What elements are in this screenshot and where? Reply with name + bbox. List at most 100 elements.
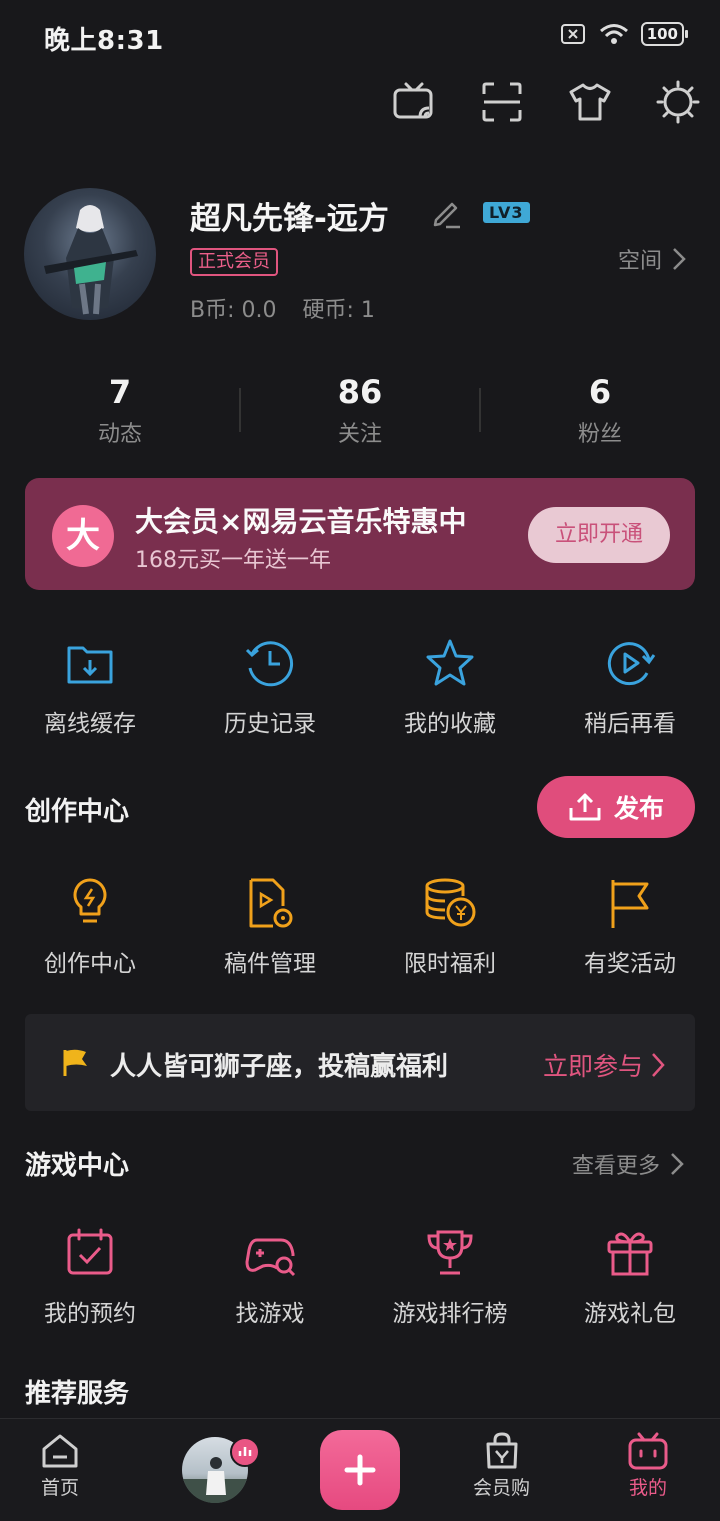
reward-activity-item[interactable]: 有奖活动 (540, 876, 720, 978)
manuscript-icon (249, 878, 293, 928)
nav-vip-shop[interactable]: 会员购 (473, 1431, 530, 1500)
find-game-item[interactable]: 找游戏 (180, 1226, 360, 1328)
recommended-services-title: 推荐服务 (25, 1379, 130, 1409)
sim-off-icon (560, 24, 585, 44)
chevron-right-icon (652, 1053, 665, 1077)
create-plus-button[interactable] (320, 1430, 400, 1510)
publish-button[interactable]: 发布 (537, 776, 695, 838)
stat-divider (479, 388, 481, 432)
join-now-label: 立即参与 (542, 1052, 643, 1081)
stat-label: 动态 (97, 422, 142, 447)
nav-mine[interactable]: 我的 (627, 1431, 669, 1500)
game-center-title: 游戏中心 (25, 1151, 130, 1181)
creator-grid: 创作中心 稿件管理 限时福利 有奖活动 (0, 876, 720, 978)
download-folder-icon (67, 646, 113, 684)
chevron-right-icon (673, 248, 686, 270)
star-icon (426, 639, 474, 686)
grid-label: 稍后再看 (584, 711, 676, 737)
plus-icon (344, 1454, 376, 1486)
avatar-image (44, 205, 138, 315)
offline-cache-item[interactable]: 离线缓存 (0, 636, 180, 738)
brightness-icon[interactable] (656, 80, 700, 124)
grid-label: 稿件管理 (224, 951, 316, 977)
grid-label: 限时福利 (404, 951, 496, 977)
vip-status-tag: 正式会员 (190, 248, 278, 276)
scan-icon[interactable] (480, 80, 524, 124)
home-icon (42, 1434, 78, 1468)
bilibili-tv-icon (628, 1432, 668, 1470)
open-vip-button[interactable]: 立即开通 (528, 507, 670, 563)
view-more-link[interactable]: 查看更多 (572, 1148, 684, 1180)
grid-label: 游戏排行榜 (392, 1301, 508, 1327)
grid-label: 我的收藏 (404, 711, 496, 737)
upload-icon (569, 793, 601, 821)
grid-label: 有奖活动 (584, 951, 676, 977)
status-time: 晚上8:31 (44, 26, 164, 56)
publish-label: 发布 (613, 794, 664, 823)
status-icons: 100 (560, 22, 689, 46)
nav-label: 我的 (628, 1477, 667, 1499)
my-reservation-item[interactable]: 我的预约 (0, 1226, 180, 1328)
nav-label: 首页 (40, 1477, 79, 1499)
grid-label: 游戏礼包 (584, 1301, 676, 1327)
b-coin-balance: B币: 0.0 (190, 298, 277, 323)
vip-logo-icon: 大 (52, 505, 114, 567)
stat-value: 7 (108, 373, 132, 411)
stat-value: 86 (337, 373, 383, 411)
gamepad-search-icon (245, 1238, 296, 1277)
manuscript-item[interactable]: 稿件管理 (180, 876, 360, 978)
shopping-bag-icon (486, 1432, 517, 1469)
stat-dynamics[interactable]: 7 动态 (0, 372, 240, 448)
edit-icon[interactable] (430, 196, 464, 230)
battery-indicator: 100 (640, 22, 689, 46)
flag-icon (611, 880, 649, 928)
wifi-icon (599, 24, 628, 44)
coins-icon (425, 878, 476, 927)
game-gift-item[interactable]: 游戏礼包 (540, 1226, 720, 1328)
coin-balances: B币: 0.0 硬币: 1 (190, 292, 375, 324)
bottom-nav: 首页 会员购 我的 (0, 1418, 720, 1521)
lightbulb-icon (73, 878, 107, 923)
nav-home[interactable]: 首页 (40, 1431, 80, 1500)
grid-label: 找游戏 (235, 1301, 305, 1327)
watch-later-icon (607, 642, 656, 686)
promo-text: 人人皆可狮子座，投稿赢福利 (110, 1052, 449, 1082)
history-clock-icon (245, 641, 294, 687)
history-item[interactable]: 历史记录 (180, 636, 360, 738)
stat-value: 6 (588, 373, 612, 411)
creator-center-title: 创作中心 (25, 797, 130, 827)
favorites-item[interactable]: 我的收藏 (360, 636, 540, 738)
view-more-label: 查看更多 (571, 1154, 660, 1179)
stat-divider (239, 388, 241, 432)
space-label: 空间 (617, 249, 662, 274)
level-badge: LV3 (483, 202, 530, 223)
join-now-link[interactable]: 立即参与 (543, 1047, 665, 1083)
stat-following[interactable]: 86 关注 (240, 372, 480, 448)
space-link[interactable]: 空间 (618, 243, 686, 275)
calendar-check-icon (67, 1228, 113, 1275)
creator-center-item[interactable]: 创作中心 (0, 876, 180, 978)
grid-label: 历史记录 (224, 711, 316, 737)
stat-label: 关注 (337, 422, 382, 447)
grid-label: 创作中心 (44, 951, 136, 977)
avatar[interactable] (24, 188, 156, 320)
grid-label: 离线缓存 (44, 711, 136, 737)
gift-icon (607, 1232, 653, 1276)
flag-icon (63, 1049, 87, 1076)
stat-fans[interactable]: 6 粉丝 (480, 372, 720, 448)
limited-benefit-item[interactable]: 限时福利 (360, 876, 540, 978)
trophy-icon (427, 1230, 473, 1275)
game-grid: 我的预约 找游戏 游戏排行榜 游戏礼包 (0, 1226, 720, 1328)
tshirt-icon[interactable] (568, 80, 612, 124)
hard-coin-balance: 硬币: 1 (302, 298, 375, 323)
game-ranking-item[interactable]: 游戏排行榜 (360, 1226, 540, 1328)
watch-later-item[interactable]: 稍后再看 (540, 636, 720, 738)
grid-label: 我的预约 (44, 1301, 136, 1327)
top-toolbar (392, 80, 700, 124)
tv-cast-icon[interactable] (392, 80, 436, 124)
chevron-right-icon (671, 1153, 684, 1175)
vip-banner-subtitle: 168元买一年送一年 (135, 548, 331, 573)
stat-label: 粉丝 (577, 422, 622, 447)
username: 超凡先锋-远方 (190, 201, 389, 237)
nav-label: 会员购 (473, 1477, 531, 1499)
